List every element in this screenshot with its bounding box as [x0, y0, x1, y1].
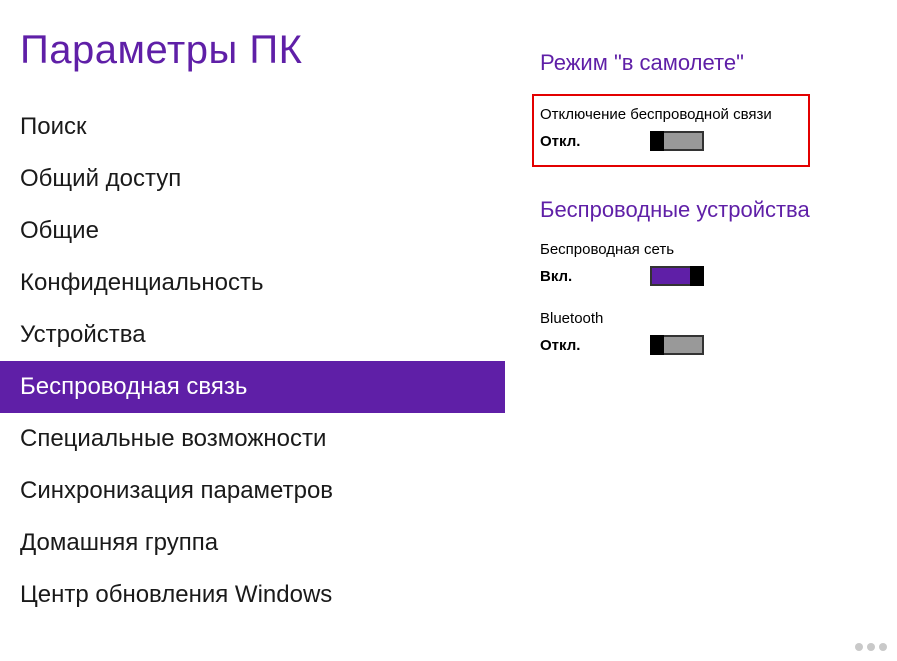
bluetooth-toggle-row: Откл.	[540, 335, 897, 355]
sidebar-item-wireless[interactable]: Беспроводная связь	[0, 361, 505, 413]
sidebar-item-homegroup[interactable]: Домашняя группа	[0, 517, 505, 569]
sidebar-item-share[interactable]: Общий доступ	[0, 153, 505, 205]
sidebar-item-ease-of-access[interactable]: Специальные возможности	[0, 413, 505, 465]
bluetooth-label: Bluetooth	[540, 310, 897, 327]
wireless-network-item: Беспроводная сеть Вкл.	[540, 241, 897, 286]
bluetooth-state: Откл.	[540, 337, 590, 354]
more-options-icon[interactable]	[855, 643, 887, 651]
sidebar-item-windows-update[interactable]: Центр обновления Windows	[0, 569, 505, 621]
wireless-network-toggle[interactable]	[650, 266, 704, 286]
airplane-mode-toggle[interactable]	[650, 131, 704, 151]
wireless-network-toggle-row: Вкл.	[540, 266, 897, 286]
bluetooth-item: Bluetooth Откл.	[540, 310, 897, 355]
wireless-network-label: Беспроводная сеть	[540, 241, 897, 258]
toggle-thumb	[690, 266, 704, 286]
bluetooth-toggle[interactable]	[650, 335, 704, 355]
toggle-thumb	[650, 131, 664, 151]
airplane-mode-toggle-row: Откл.	[540, 131, 802, 151]
airplane-mode-description: Отключение беспроводной связи	[540, 106, 802, 123]
sidebar-item-general[interactable]: Общие	[0, 205, 505, 257]
airplane-mode-state: Откл.	[540, 133, 590, 150]
sidebar-item-sync[interactable]: Синхронизация параметров	[0, 465, 505, 517]
sidebar: Параметры ПК Поиск Общий доступ Общие Ко…	[0, 0, 505, 661]
wireless-devices-heading: Беспроводные устройства	[540, 197, 897, 223]
sidebar-item-privacy[interactable]: Конфиденциальность	[0, 257, 505, 309]
toggle-thumb	[650, 335, 664, 355]
content-panel: Режим "в самолете" Отключение беспроводн…	[505, 0, 897, 661]
wireless-network-state: Вкл.	[540, 268, 590, 285]
highlighted-callout: Отключение беспроводной связи Откл.	[532, 94, 810, 167]
page-title: Параметры ПК	[0, 28, 505, 101]
airplane-mode-heading: Режим "в самолете"	[540, 50, 897, 76]
sidebar-item-devices[interactable]: Устройства	[0, 309, 505, 361]
sidebar-item-search[interactable]: Поиск	[0, 101, 505, 153]
